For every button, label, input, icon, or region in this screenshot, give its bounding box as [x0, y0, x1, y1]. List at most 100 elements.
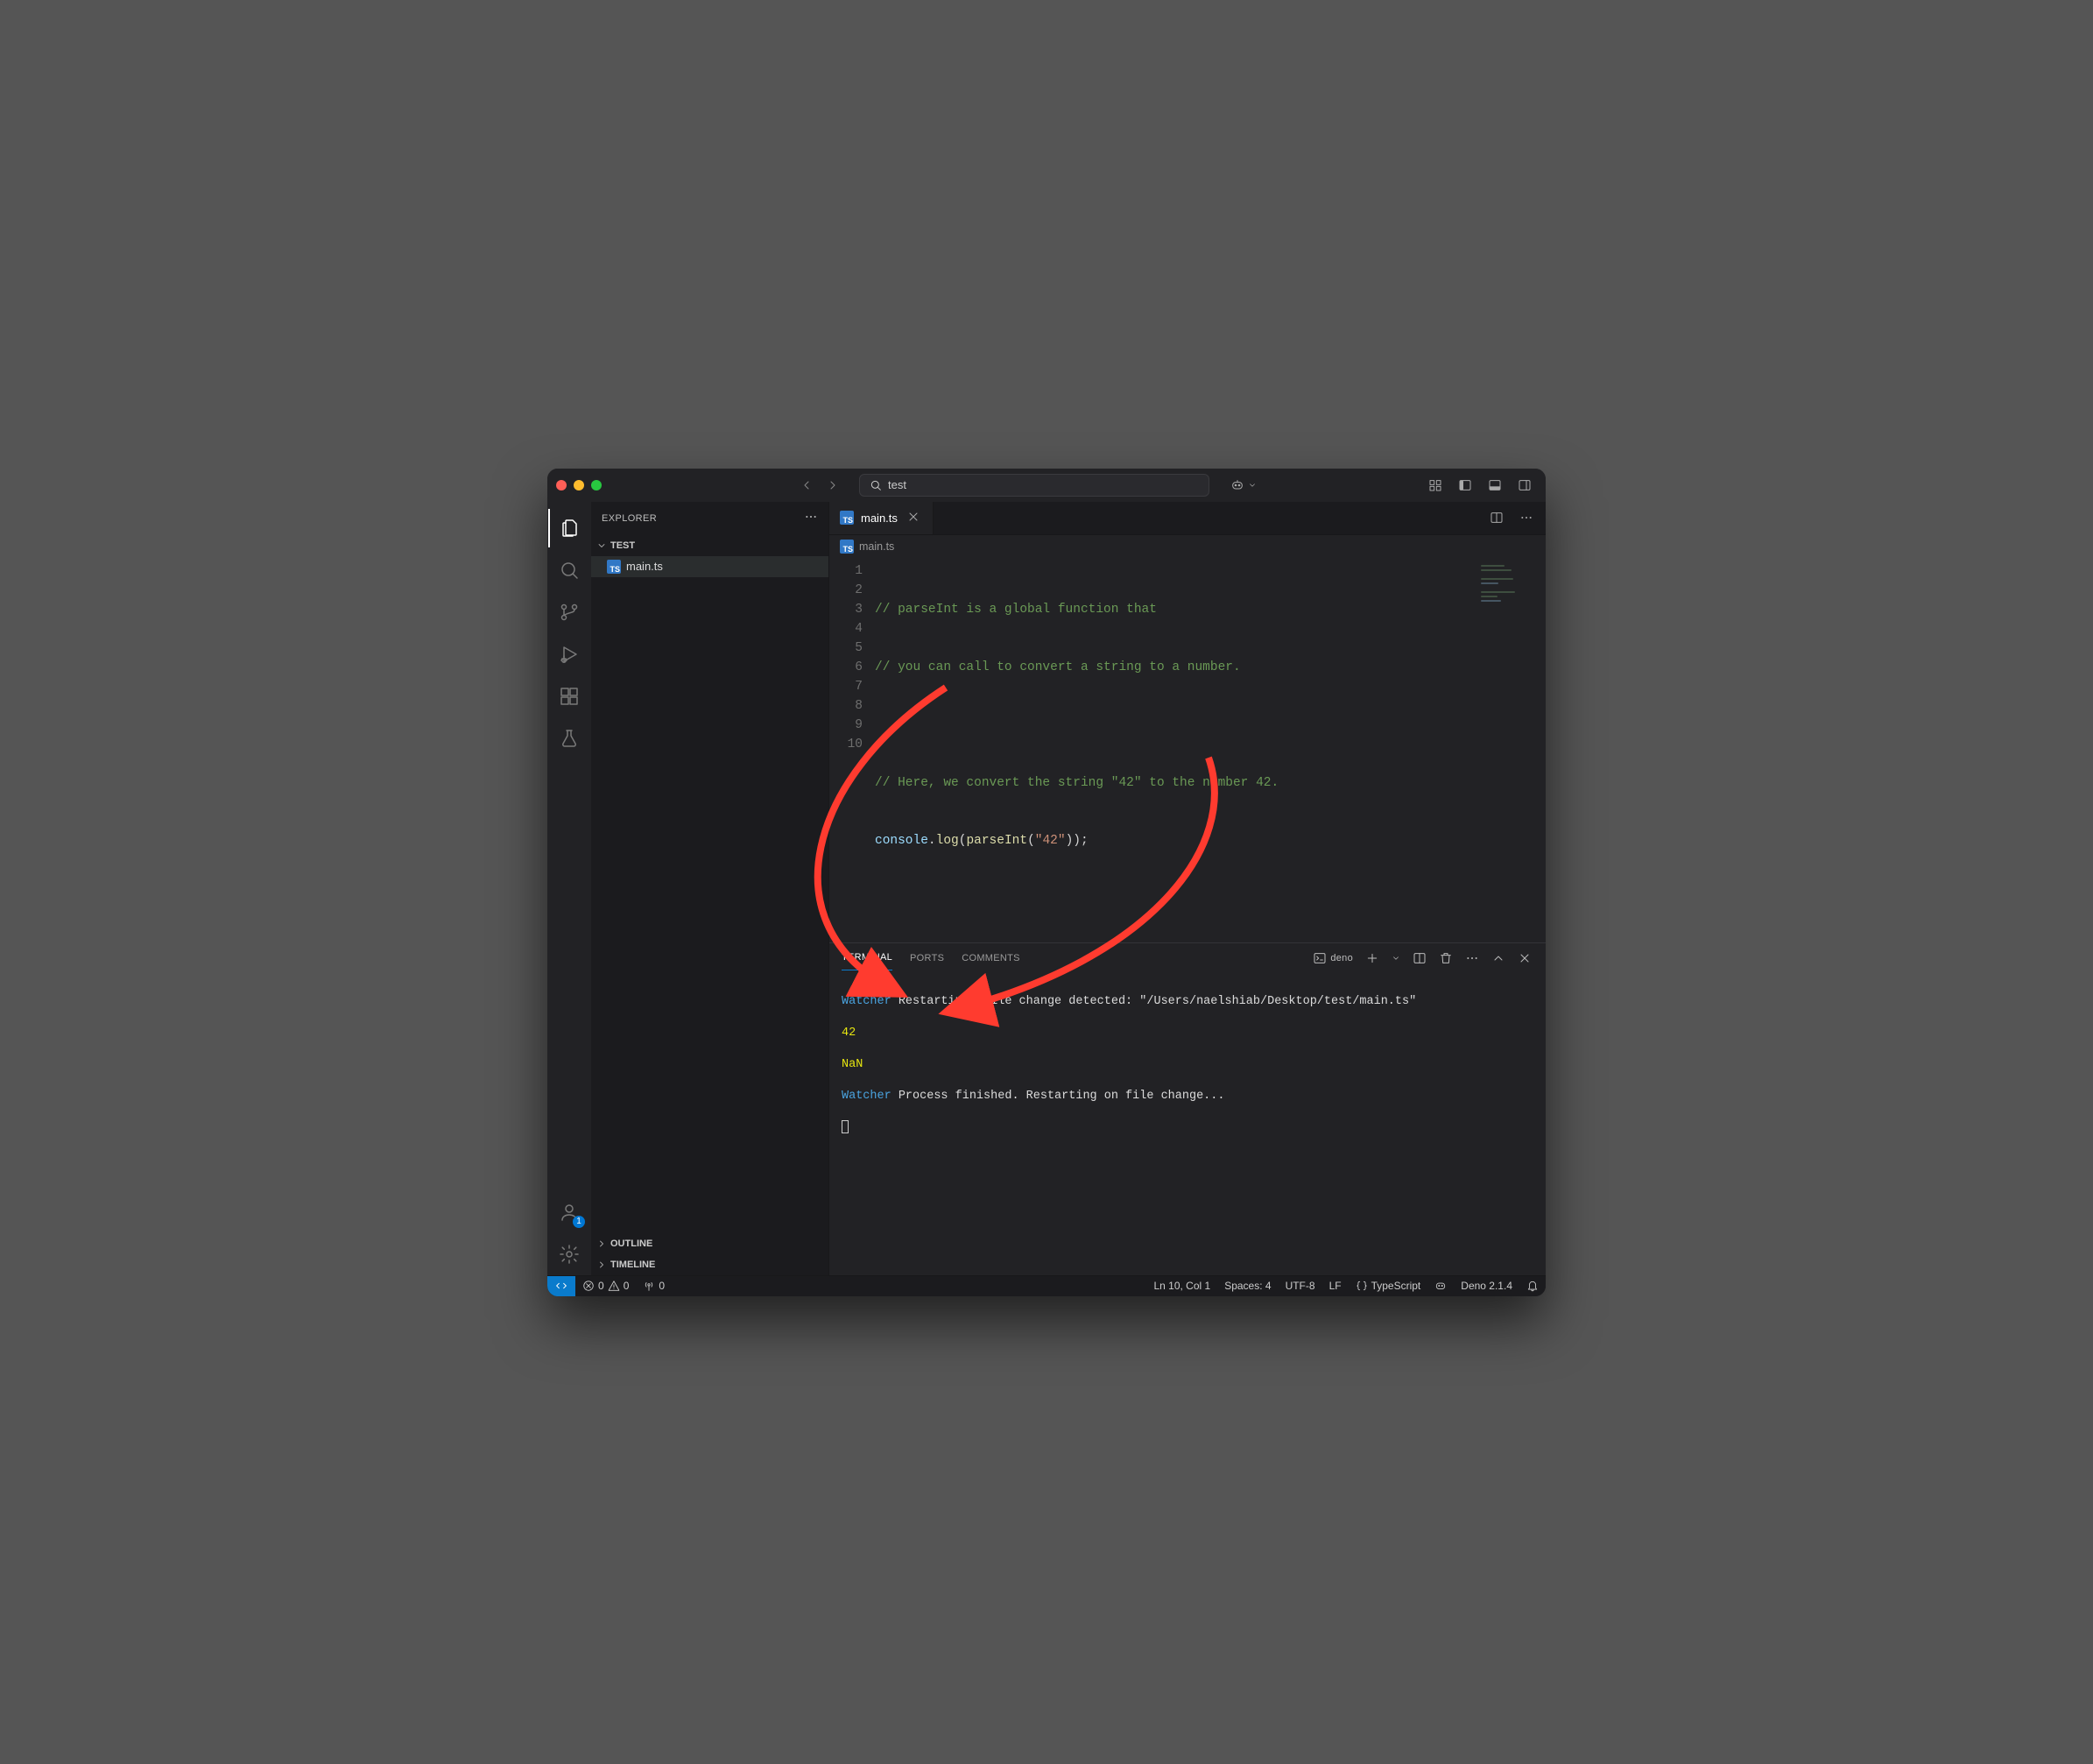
terminal-text: Process finished. Restarting on file cha…	[891, 1090, 1225, 1103]
typescript-file-icon: TS	[840, 540, 854, 554]
remote-icon	[554, 1279, 568, 1293]
new-terminal-button[interactable]	[1364, 949, 1381, 967]
command-center-search[interactable]: test	[859, 474, 1209, 497]
indentation-status[interactable]: Spaces: 4	[1217, 1276, 1278, 1296]
terminal-name: deno	[1330, 953, 1353, 963]
split-horizontal-icon	[1490, 511, 1504, 525]
chevron-up-icon	[1491, 951, 1505, 965]
copilot-status[interactable]	[1427, 1276, 1454, 1296]
search-icon	[559, 560, 580, 581]
remote-button[interactable]	[547, 1276, 575, 1296]
close-icon	[906, 510, 920, 524]
search-activity[interactable]	[548, 549, 590, 591]
sidebar-more-button[interactable]	[804, 510, 818, 526]
split-terminal-button[interactable]	[1411, 949, 1428, 967]
ellipsis-icon	[1519, 511, 1533, 525]
outline-section-header[interactable]: OUTLINE	[591, 1233, 828, 1254]
ports-status[interactable]: 0	[636, 1276, 672, 1296]
explorer-activity[interactable]	[548, 507, 590, 549]
toggle-secondary-sidebar-button[interactable]	[1512, 474, 1537, 497]
close-window-button[interactable]	[556, 480, 567, 490]
close-icon	[1518, 951, 1532, 965]
maximize-panel-button[interactable]	[1490, 949, 1507, 967]
timeline-label: TIMELINE	[610, 1259, 655, 1270]
chevron-right-icon	[596, 1259, 607, 1270]
editor-tabs: TS main.ts	[829, 502, 1546, 535]
nav-forward-button[interactable]	[821, 474, 845, 497]
sidebar-title: EXPLORER	[602, 513, 657, 524]
source-control-activity[interactable]	[548, 591, 590, 633]
debug-icon	[559, 644, 580, 665]
chevron-down-icon	[1248, 481, 1257, 490]
gear-icon	[559, 1244, 580, 1265]
nav-back-button[interactable]	[794, 474, 819, 497]
project-section-header[interactable]: TEST	[591, 535, 828, 556]
editor-tab[interactable]: TS main.ts	[829, 502, 934, 534]
breadcrumb-file: main.ts	[859, 540, 894, 553]
ellipsis-icon	[1465, 951, 1479, 965]
panel-tab-terminal[interactable]: TERMINAL	[842, 945, 892, 970]
editor-group: TS main.ts TS main.ts	[829, 502, 1546, 1275]
problems-status[interactable]: 0 0	[575, 1276, 636, 1296]
project-name: TEST	[610, 540, 635, 551]
terminal-text: Watcher	[842, 995, 891, 1008]
split-editor-button[interactable]	[1484, 506, 1509, 529]
accounts-activity[interactable]: 1	[548, 1191, 590, 1233]
file-name: main.ts	[626, 560, 663, 573]
copilot-icon	[1434, 1280, 1447, 1292]
split-horizontal-icon	[1413, 951, 1427, 965]
editor-more-button[interactable]	[1514, 506, 1539, 529]
bottom-panel: TERMINAL PORTS COMMENTS deno	[829, 942, 1546, 1275]
close-panel-button[interactable]	[1516, 949, 1533, 967]
panel-tab-ports[interactable]: PORTS	[910, 946, 944, 970]
run-debug-activity[interactable]	[548, 633, 590, 675]
terminal-profile-dropdown[interactable]	[1390, 952, 1402, 964]
language-mode-status[interactable]: TypeScript	[1349, 1276, 1428, 1296]
tab-close-button[interactable]	[905, 508, 922, 528]
terminal-launch-profile[interactable]: deno	[1311, 949, 1355, 967]
beaker-icon	[559, 728, 580, 749]
notifications-button[interactable]	[1519, 1276, 1546, 1296]
toggle-panel-button[interactable]	[1483, 474, 1507, 497]
tab-filename: main.ts	[861, 512, 898, 525]
terminal-output[interactable]: Watcher Restarting! File change detected…	[829, 973, 1546, 1275]
file-tree-item[interactable]: TS main.ts	[591, 556, 828, 577]
minimize-window-button[interactable]	[574, 480, 584, 490]
code-content: // parseInt is a global function that //…	[875, 558, 1546, 942]
search-text: test	[888, 478, 906, 491]
copilot-icon	[1230, 478, 1244, 492]
copilot-button[interactable]	[1225, 476, 1262, 494]
terminal-text: Restarting! File change detected: "/User…	[891, 995, 1417, 1008]
customize-layout-button[interactable]	[1423, 474, 1448, 497]
code-editor[interactable]: 123 456 789 10 // parseInt is a global f…	[829, 558, 1546, 942]
bell-icon	[1526, 1280, 1539, 1292]
encoding-status[interactable]: UTF-8	[1279, 1276, 1322, 1296]
chevron-down-icon	[596, 540, 607, 551]
fullscreen-window-button[interactable]	[591, 480, 602, 490]
minimap[interactable]	[1476, 558, 1546, 942]
outline-label: OUTLINE	[610, 1238, 652, 1249]
trash-icon	[1439, 951, 1453, 965]
chevron-right-icon	[596, 1238, 607, 1249]
titlebar: test	[547, 469, 1546, 502]
error-icon	[582, 1280, 595, 1292]
testing-activity[interactable]	[548, 717, 590, 759]
extensions-activity[interactable]	[548, 675, 590, 717]
terminal-icon	[1313, 951, 1327, 965]
vscode-window: test	[547, 469, 1546, 1296]
terminal-cursor	[842, 1120, 849, 1133]
chevron-down-icon	[1392, 954, 1400, 963]
runtime-status[interactable]: Deno 2.1.4	[1454, 1276, 1519, 1296]
eol-status[interactable]: LF	[1322, 1276, 1349, 1296]
panel-more-button[interactable]	[1463, 949, 1481, 967]
typescript-file-icon: TS	[840, 511, 854, 525]
settings-activity[interactable]	[548, 1233, 590, 1275]
panel-tab-comments[interactable]: COMMENTS	[962, 946, 1020, 970]
timeline-section-header[interactable]: TIMELINE	[591, 1254, 828, 1275]
breadcrumb[interactable]: TS main.ts	[829, 535, 1546, 558]
cursor-position-status[interactable]: Ln 10, Col 1	[1146, 1276, 1217, 1296]
toggle-primary-sidebar-button[interactable]	[1453, 474, 1477, 497]
radio-tower-icon	[643, 1280, 655, 1292]
plus-icon	[1365, 951, 1379, 965]
kill-terminal-button[interactable]	[1437, 949, 1455, 967]
